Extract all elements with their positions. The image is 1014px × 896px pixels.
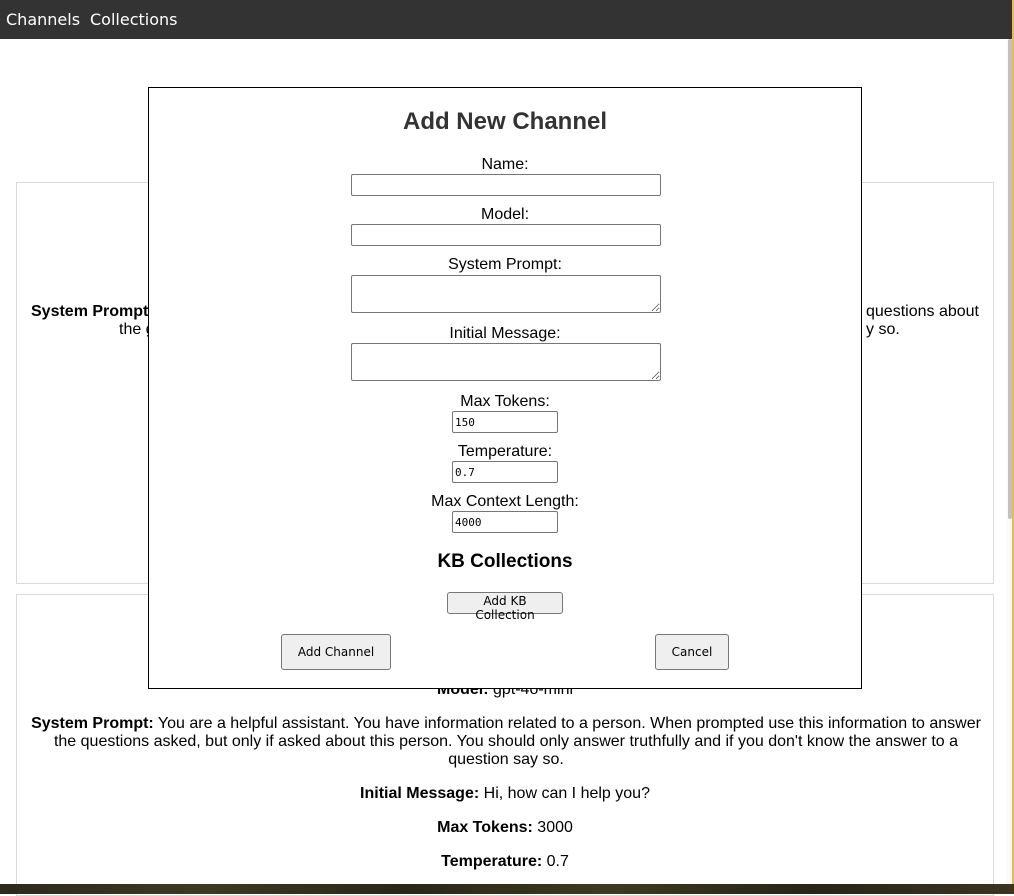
initial-message-textarea[interactable] bbox=[351, 343, 661, 381]
system-prompt-textarea[interactable] bbox=[351, 275, 661, 313]
model-input[interactable] bbox=[351, 224, 661, 246]
add-kb-collection-button[interactable]: Add KB Collection bbox=[447, 592, 563, 622]
card-max-tokens-value: 3000 bbox=[537, 819, 573, 836]
max-tokens-label: Max Tokens: bbox=[460, 393, 550, 410]
kb-collections-heading: KB Collections bbox=[437, 551, 573, 572]
add-channel-modal: Add New Channel Name: Model: System Prom… bbox=[148, 87, 862, 689]
card-initial-message-row: Initial Message: Hi, how can I help you? bbox=[17, 785, 993, 803]
system-prompt-label: System Prompt: bbox=[448, 256, 562, 273]
desktop-background-strip bbox=[0, 884, 1014, 894]
temperature-label: Temperature: bbox=[457, 443, 553, 460]
max-tokens-input[interactable] bbox=[452, 411, 558, 433]
card-temperature-value: 0.7 bbox=[546, 853, 569, 870]
nav-channels-link[interactable]: Channels bbox=[6, 10, 80, 29]
max-context-length-label: Max Context Length: bbox=[431, 493, 579, 510]
cancel-button[interactable]: Cancel bbox=[655, 634, 729, 670]
card-system-prompt-value: You are a helpful assistant. You have in… bbox=[53, 715, 981, 768]
modal-title: Add New Channel bbox=[402, 108, 607, 135]
card-temperature-row: Temperature: 0.7 bbox=[17, 853, 993, 871]
nav-collections-link[interactable]: Collections bbox=[90, 10, 177, 29]
model-label: Model: bbox=[480, 206, 530, 223]
name-label: Name: bbox=[481, 156, 529, 173]
card-system-prompt-row: System Prompt: You are a helpful assista… bbox=[29, 715, 983, 769]
card-system-prompt-label: System Prompt bbox=[31, 303, 149, 320]
card-system-prompt-fragment-right-2: y so. bbox=[866, 321, 900, 338]
initial-message-label: Initial Message: bbox=[449, 325, 561, 342]
add-channel-button[interactable]: Add Channel bbox=[281, 634, 391, 670]
card-initial-message-label: Initial Message: bbox=[360, 785, 480, 802]
card-max-tokens-label: Max Tokens: bbox=[437, 819, 533, 836]
temperature-input[interactable] bbox=[452, 461, 558, 483]
card-system-prompt-fragment-right: questions about bbox=[866, 303, 979, 320]
card-initial-message-value: Hi, how can I help you? bbox=[483, 785, 650, 802]
top-nav-bar: Channels Collections bbox=[0, 0, 1014, 39]
name-input[interactable] bbox=[351, 174, 661, 196]
card-system-prompt-label: System Prompt: bbox=[31, 715, 154, 732]
card-max-tokens-row: Max Tokens: 3000 bbox=[17, 819, 993, 837]
card-temperature-label: Temperature: bbox=[441, 853, 543, 870]
max-context-length-input[interactable] bbox=[452, 511, 558, 533]
